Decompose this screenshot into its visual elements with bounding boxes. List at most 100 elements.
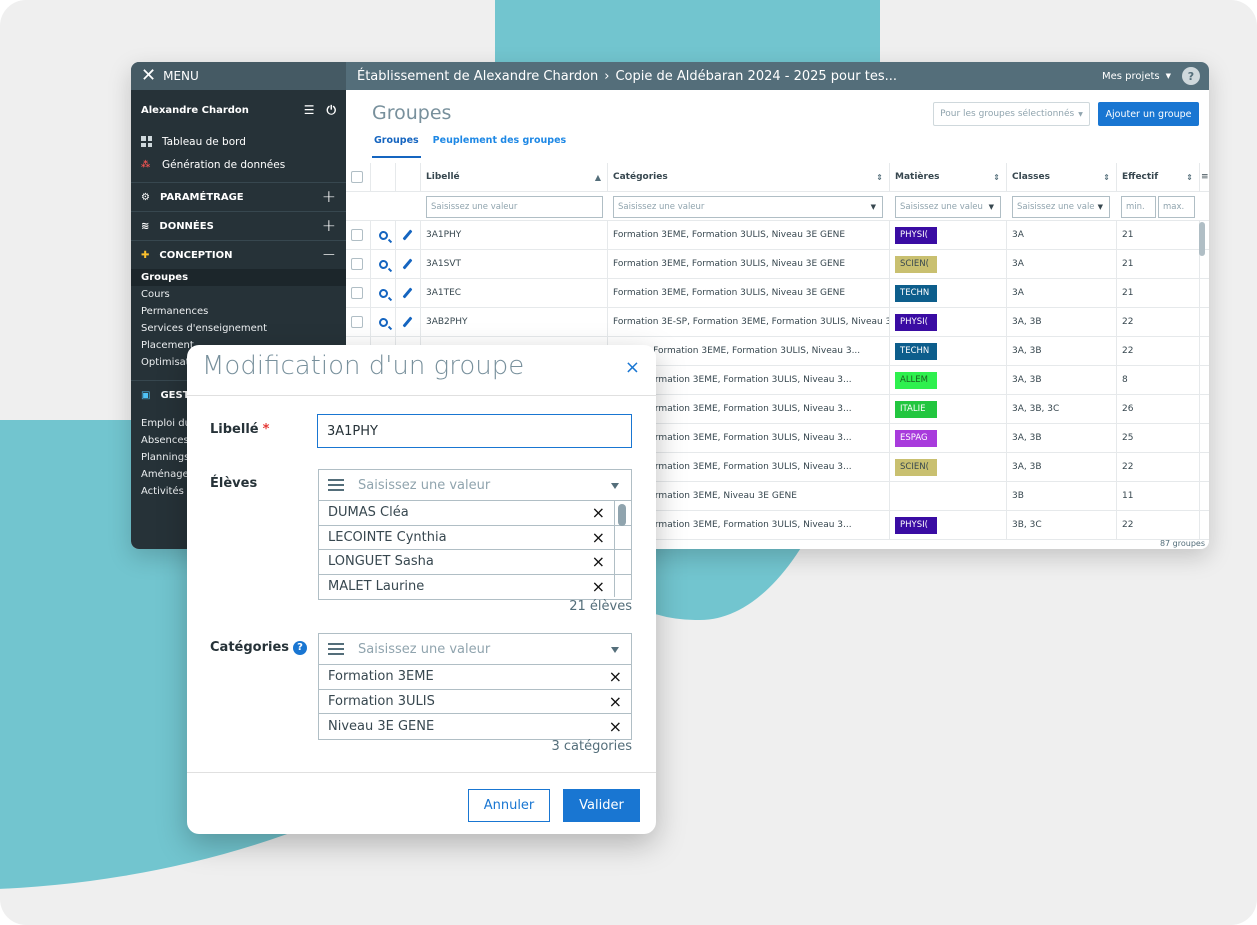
list-icon [328,479,344,491]
cancel-button[interactable]: Annuler [468,789,550,822]
search-icon[interactable] [379,317,388,327]
remove-icon[interactable]: × [592,577,605,596]
table-row[interactable]: 3AB2PHY Formation 3E-SP, Formation 3EME, … [346,308,1209,337]
cell-classes: 3A, 3B [1007,308,1117,336]
column-header-libelle[interactable]: Libellé ▲ [421,163,608,191]
settings-sliders-icon[interactable]: ☰ [304,103,315,118]
filter-classes-select[interactable]: Saisissez une vale ▼ [1012,196,1110,218]
sidebar-item-services[interactable]: Services d'enseignement [131,320,346,337]
edit-pencil-icon[interactable] [402,229,413,241]
subject-badge: PHYSI( [895,516,937,534]
modal-title: Modification d'un groupe [202,351,525,381]
menu-button[interactable]: ✕ MENU [131,62,346,90]
calendar-icon: ▣ [141,389,151,401]
table-row[interactable]: 3A1PHY Formation 3EME, Formation 3ULIS, N… [346,221,1209,250]
filter-min-input[interactable]: min. [1121,196,1156,218]
validate-button[interactable]: Valider [563,789,640,822]
remove-icon[interactable]: × [592,503,605,522]
close-icon[interactable]: × [625,357,640,378]
expand-icon[interactable]: + [322,187,336,207]
tab-peuplement[interactable]: Peuplement des groupes [431,135,569,158]
sidebar-item-cours[interactable]: Cours [131,286,346,303]
categories-select[interactable]: Saisissez une valeur [318,633,632,665]
caret-down-icon [611,483,619,489]
row-checkbox[interactable] [351,316,363,328]
subject-badge: TECHN [895,284,937,302]
edit-pencil-icon[interactable] [402,287,413,299]
tab-groupes[interactable]: Groupes [372,135,421,158]
table-row[interactable]: 3A1SVT Formation 3EME, Formation 3ULIS, N… [346,250,1209,279]
caret-down-icon: ▼ [1097,203,1103,211]
filter-matieres-select[interactable]: Saisissez une valeu ▼ [895,196,1001,218]
cell-classes: 3A, 3B [1007,424,1117,452]
list-item: MALET Laurine × [328,577,605,597]
groups-count: 87 groupes [1159,539,1205,548]
search-icon[interactable] [379,230,388,240]
sidebar-section-parametrage[interactable]: ⚙ PARAMÉTRAGE + [131,182,346,211]
column-menu-icon[interactable]: ≡ [1200,163,1209,191]
column-header-categories[interactable]: Catégories ⇕ [608,163,890,191]
sidebar-item-dashboard[interactable]: Tableau de bord [131,130,346,153]
filter-categories-select[interactable]: Saisissez une valeur ▼ [613,196,883,218]
select-all-checkbox[interactable] [351,171,363,183]
remove-icon[interactable]: × [609,692,622,711]
user-name: Alexandre Chardon [141,104,249,116]
search-icon[interactable] [379,288,388,298]
sidebar-item-permanences[interactable]: Permanences [131,303,346,320]
help-icon[interactable]: ? [293,640,308,655]
cell-effectif: 21 [1117,279,1200,307]
table-scrollbar[interactable] [1199,222,1205,256]
row-checkbox[interactable] [351,258,363,270]
projects-dropdown[interactable]: Mes projets ▼ [1102,62,1171,90]
page-title: Groupes [372,102,452,124]
breadcrumb: Établissement de Alexandre Chardon › Cop… [357,62,897,90]
eleves-select[interactable]: Saisissez une valeur [318,469,632,501]
cell-libelle: 3AB2PHY [421,308,608,336]
sort-icon: ⇕ [1186,172,1193,182]
sidebar-item-groupes[interactable]: Groupes [131,269,346,286]
eleves-label: Élèves [210,476,258,491]
cell-effectif: 11 [1117,482,1200,510]
column-header-effectif[interactable]: Effectif ⇕ [1117,163,1200,191]
selected-groups-dropdown[interactable]: Pour les groupes sélectionnés ▼ [933,102,1090,126]
edit-pencil-icon[interactable] [402,258,413,270]
cell-effectif: 22 [1117,337,1200,365]
column-header-classes[interactable]: Classes ⇕ [1007,163,1117,191]
edit-group-modal: Modification d'un groupe × Libellé * 3A1P… [187,345,656,834]
cell-classes: 3B [1007,482,1117,510]
list-item: Formation 3EME × [319,665,631,690]
row-checkbox[interactable] [351,287,363,299]
row-checkbox[interactable] [351,229,363,241]
column-header-matieres[interactable]: Matières ⇕ [890,163,1007,191]
cell-libelle: 3A1PHY [421,221,608,249]
eleves-list: DUMAS Cléa × LECOINTE Cynthia × LONGUET Sa… [318,501,632,600]
search-icon[interactable] [379,259,388,269]
collapse-icon[interactable]: − [322,245,336,265]
power-icon[interactable]: ⏻ [327,103,337,118]
libelle-input[interactable]: 3A1PHY [317,414,632,448]
cell-categories: Formation 3EME, Formation 3ULIS, Niveau … [608,279,890,307]
breadcrumb-item[interactable]: Copie de Aldébaran 2024 - 2025 pour tes.… [615,69,897,84]
eleves-scrollbar[interactable] [614,501,631,597]
remove-icon[interactable]: × [592,528,605,547]
categories-count: 3 catégories [551,739,632,754]
scrollbar-thumb[interactable] [618,504,626,526]
filter-libelle-input[interactable]: Saisissez une valeur [426,196,603,218]
remove-icon[interactable]: × [609,717,622,736]
table-row[interactable]: 3A1TEC Formation 3EME, Formation 3ULIS, N… [346,279,1209,308]
divider [187,772,656,773]
list-item: LONGUET Sasha × [319,550,631,575]
cell-effectif: 22 [1117,453,1200,481]
edit-pencil-icon[interactable] [402,316,413,328]
sidebar-section-donnees[interactable]: ≋ DONNÉES + [131,211,346,240]
add-group-button[interactable]: Ajouter un groupe [1098,102,1199,126]
breadcrumb-item[interactable]: Établissement de Alexandre Chardon [357,69,598,84]
sidebar-section-conception[interactable]: ✚ CONCEPTION − [131,240,346,269]
remove-icon[interactable]: × [609,667,622,686]
remove-icon[interactable]: × [592,552,605,571]
table-header: Libellé ▲ Catégories ⇕ Matières ⇕ Classes ⇕ … [346,163,1209,192]
sidebar-item-data-generation[interactable]: ⁂ Génération de données [131,153,346,176]
expand-icon[interactable]: + [322,216,336,236]
help-icon[interactable]: ? [1182,67,1200,85]
filter-max-input[interactable]: max. [1158,196,1195,218]
